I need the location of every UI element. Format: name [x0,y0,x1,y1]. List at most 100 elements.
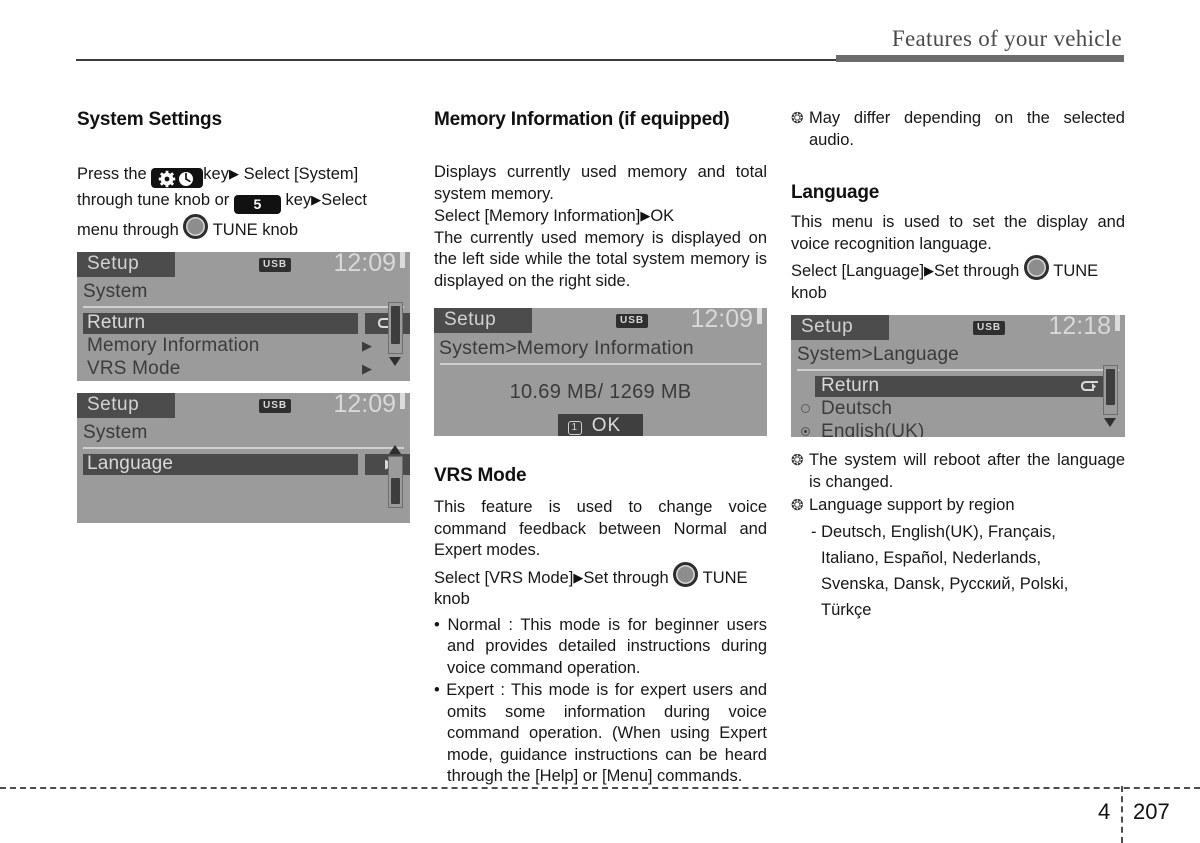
page-title: Features of your vehicle [891,26,1122,51]
lcd2-scroll-up-arrow[interactable] [389,445,401,454]
lcd1-row-memory-information[interactable]: Memory Information ▶ [77,335,410,358]
lcd2-usb-badge: USB [259,399,292,413]
lcd4-row-english-uk[interactable]: English(UK) [801,421,1125,437]
section-heading-memory-information: Memory Information (if equipped) [434,109,730,130]
footer-page-separator [1121,786,1123,843]
header-rule-thin [76,59,838,61]
lcd2-scroll-thumb[interactable] [391,478,400,504]
column-left: System Settings Press the key▶ Select [S… [77,108,410,523]
lcd1-breadcrumb: System [83,281,148,302]
chevron-right-icon-1: ▶ [362,338,372,353]
lcd4-row-deutsch[interactable]: Deutsch [801,398,1125,421]
lcd-screen-language-entry[interactable]: Setup USB 12:09 System Language ▶ [77,393,410,523]
column-middle: Memory Information (if equipped) Display… [434,108,767,789]
lcd-screen-language-list[interactable]: Setup USB 12:18 System>Language Return D… [791,315,1125,437]
asterisk-icon-1: ❂ [791,110,804,127]
vrs-mode-bullet-list: Normal : This mode is for beginner users… [434,615,767,788]
vrs-select-mid: Set through [583,568,669,587]
lcd3-usb-badge: USB [616,314,649,328]
lcd1-scroll-down-arrow[interactable] [389,357,401,366]
lcd3-ok-button[interactable]: 1 OK [557,414,644,436]
lcd4-row-deutsch-label: Deutsch [821,398,893,419]
lcd3-breadcrumb: System>Memory Information [439,337,694,359]
lcd4-menu-list: Return Deutsch English(UK) [791,371,1125,437]
language-select-pre: Select [Language] [791,262,925,280]
setup-clock-icons [159,170,194,187]
lcd1-row-memory-label: Memory Information [87,335,260,356]
clock-icon [179,171,194,186]
radio-button-deutsch[interactable] [801,404,810,413]
chevron-right-icon-2: ▶ [362,361,372,376]
memory-info-select-post: OK [650,207,675,225]
lcd4-clock: 12:18 [1048,315,1111,340]
lcd2-scrollbar[interactable] [388,445,403,517]
lcd1-topbar: Setup USB 12:09 [77,252,410,280]
lcd4-topbar: Setup USB 12:18 [791,315,1125,343]
section-heading-language: Language [791,182,880,203]
language-select-mid: Set through [934,262,1020,280]
memory-info-paragraph-2: The currently used memory is displayed o… [434,228,767,290]
lcd-screen-system-menu[interactable]: Setup USB 12:09 System Return Memory Inf… [77,252,410,381]
return-arrow-icon-2 [1080,381,1098,391]
press-the-label: Press the [77,165,147,183]
lcd2-clock-cap [400,393,405,409]
setup-clock-key-badge[interactable] [151,168,204,188]
lcd4-breadcrumb: System>Language [797,344,959,365]
arrow-right-icon-2: ▶ [311,192,322,207]
lcd1-setup-tab[interactable]: Setup [77,252,175,277]
lcd4-row-english-uk-label: English(UK) [821,421,925,437]
section-heading-vrs-mode: VRS Mode [434,465,527,486]
memory-info-select-pre: Select [Memory Information] [434,207,641,225]
lcd4-setup-tab[interactable]: Setup [791,315,889,340]
footer-chapter-number: 4 [1098,799,1111,824]
manual-page: Features of your vehicle System Settings… [0,0,1200,843]
asterisk-icon-3: ❂ [791,497,804,514]
memory-info-paragraph-1: Displays currently used memory and total… [434,163,767,203]
lcd4-row-return[interactable]: Return [815,375,1125,398]
lcd2-setup-tab[interactable]: Setup [77,393,175,418]
lcd1-scrollbar[interactable] [388,302,403,372]
tune-knob-label-1: TUNE knob [212,221,298,239]
select-system-label: Select [System] [243,165,359,183]
lcd4-row-return-label: Return [821,375,880,396]
lcd2-row-language[interactable]: Language ▶ [77,453,410,476]
through-tune-knob-label: through tune knob or [77,191,230,209]
lcd1-row-vrs-mode[interactable]: VRS Mode ▶ [77,358,410,381]
radio-button-english-uk[interactable] [801,427,810,436]
note-language-support-text: Language support by region [809,496,1015,514]
lcd3-memory-value: 10.69 MB/ 1269 MB [509,381,692,403]
lcd4-usb-badge: USB [973,321,1006,335]
tune-knob-icon-2 [673,561,699,587]
section-heading-system-settings: System Settings [77,109,222,130]
footer-page-number: 207 [1133,799,1170,824]
note-audio-differ: ❂ May differ depending on the selected a… [791,108,1125,151]
lcd1-clock: 12:09 [333,252,396,277]
lcd1-row-vrs-label: VRS Mode [87,358,181,379]
language-region-list: - Deutsch, English(UK), Français, Italia… [809,519,1125,623]
language-select-line: Select [Language]▶Set through TUNE knob [791,255,1125,304]
language-region-line: - Deutsch, English(UK), Français, [811,522,1056,541]
arrow-right-icon-4: ▶ [573,569,584,585]
lcd4-scrollbar[interactable] [1103,365,1118,433]
page-header: Features of your vehicle [0,26,1200,66]
vrs-select-pre: Select [VRS Mode] [434,568,574,587]
lcd3-setup-tab[interactable]: Setup [434,308,532,333]
lcd2-row-language-label: Language [87,453,174,474]
lcd-screen-memory-information[interactable]: Setup USB 12:09 System>Memory Informatio… [434,308,767,436]
lcd4-scroll-down-arrow[interactable] [1104,418,1116,427]
lcd3-divider [440,363,761,365]
footer-divider [0,787,1200,789]
lcd3-ok-label: OK [591,415,622,436]
lcd4-scroll-thumb[interactable] [1106,369,1115,405]
numeric-key-5-badge[interactable]: 5 [233,195,281,214]
lcd4-clock-cap [1115,315,1120,331]
lcd1-row-return[interactable]: Return [77,312,410,335]
key-word-1: key [203,165,229,183]
system-settings-instruction: Press the key▶ Select [System] through t… [77,162,410,242]
lcd1-row-return-label: Return [87,312,146,333]
lcd1-setup-label: Setup [87,253,140,274]
language-region-line: Türkçe [821,600,872,619]
language-region-line: Svenska, Dansk, Русский, Polski, [821,574,1069,593]
lcd1-scroll-thumb[interactable] [391,306,400,344]
select-label-2: Select [321,191,368,209]
